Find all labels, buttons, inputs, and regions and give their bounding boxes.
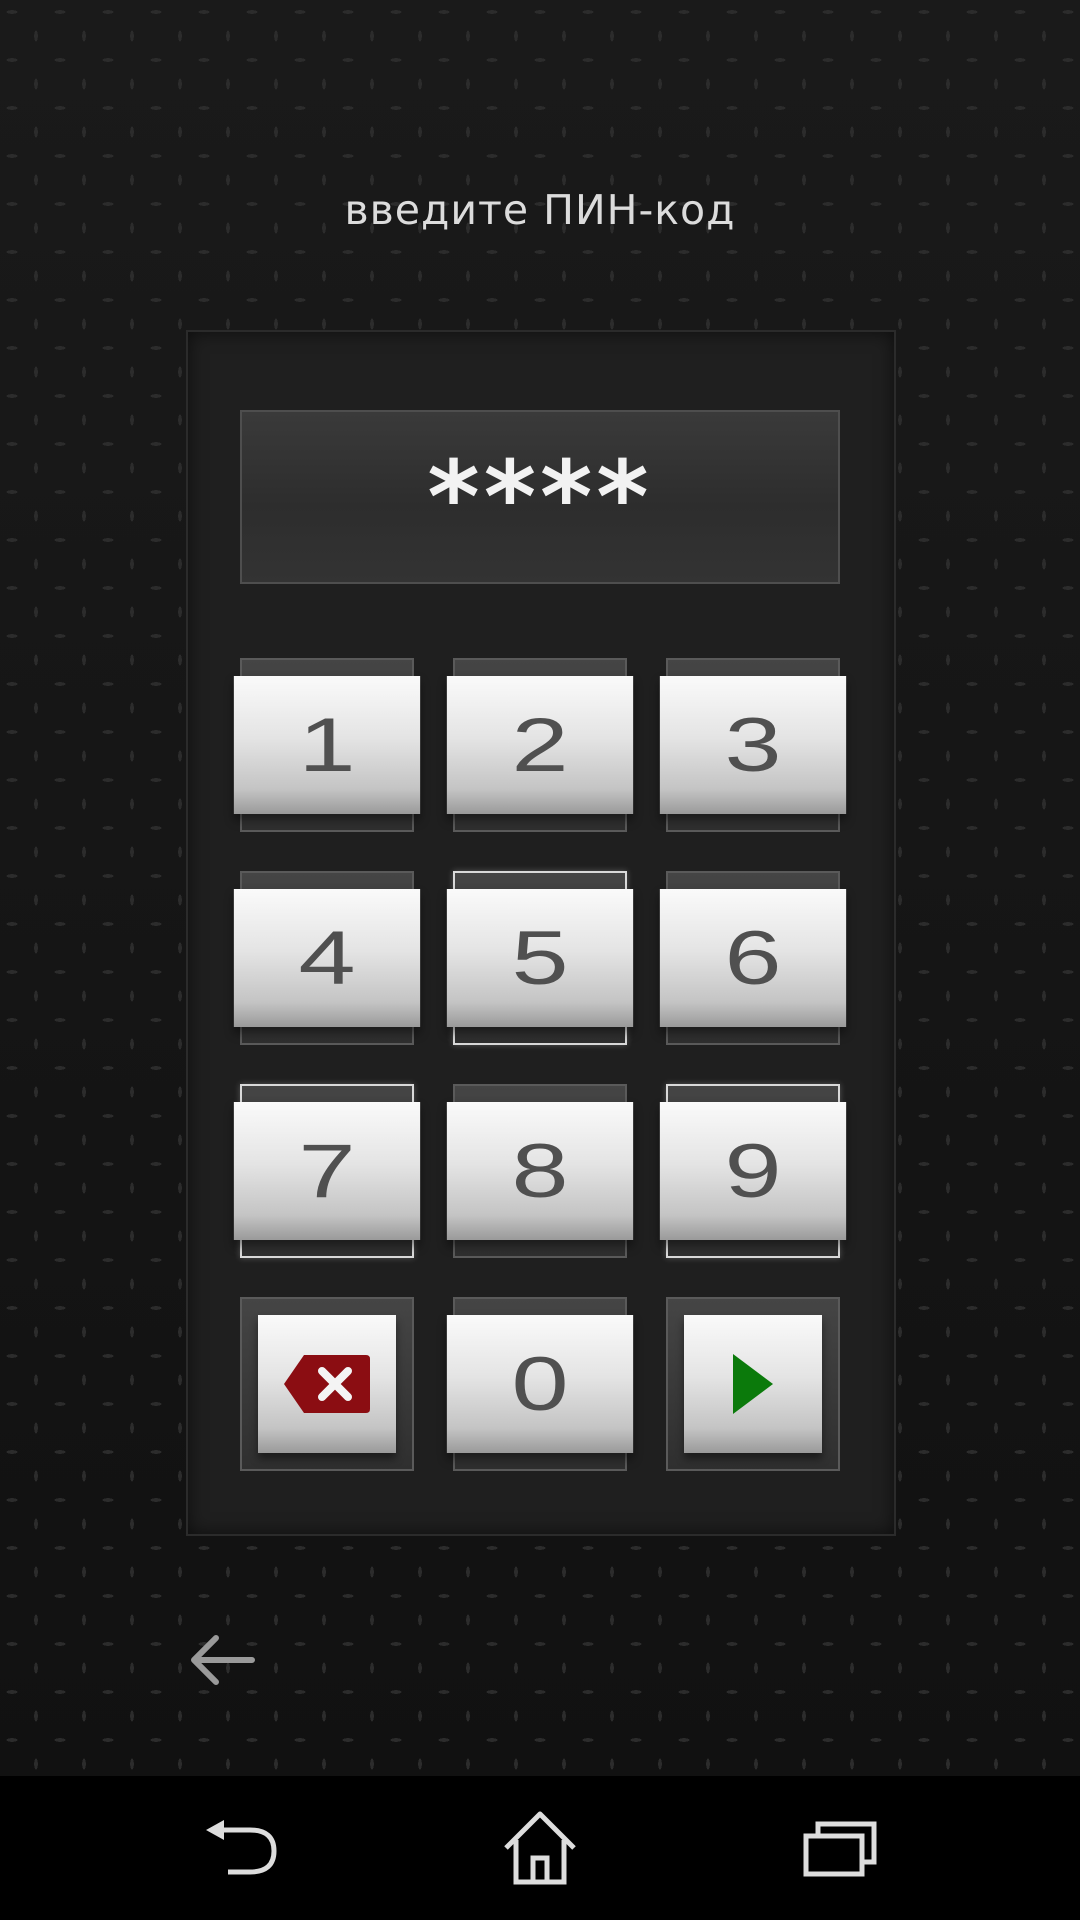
key-7[interactable]: 7 bbox=[233, 1084, 421, 1258]
back-button[interactable] bbox=[186, 1630, 256, 1690]
key-8[interactable]: 8 bbox=[446, 1084, 634, 1258]
key-3-label: 3 bbox=[659, 676, 847, 814]
key-1[interactable]: 1 bbox=[233, 658, 421, 832]
nav-recents-icon bbox=[803, 1821, 877, 1877]
key-6-label: 6 bbox=[659, 889, 847, 1027]
key-1-label: 1 bbox=[233, 676, 421, 814]
system-navigation-bar bbox=[0, 1776, 1080, 1920]
backspace-icon bbox=[284, 1355, 370, 1413]
key-6[interactable]: 6 bbox=[659, 871, 847, 1045]
key-5[interactable]: 5 bbox=[446, 871, 634, 1045]
key-4-label: 4 bbox=[233, 889, 421, 1027]
delete-cap bbox=[258, 1315, 396, 1453]
arrow-left-icon bbox=[191, 1635, 255, 1685]
submit-button[interactable] bbox=[666, 1297, 840, 1471]
key-7-label: 7 bbox=[233, 1102, 421, 1240]
delete-button[interactable] bbox=[240, 1297, 414, 1471]
nav-home-icon bbox=[504, 1811, 576, 1885]
nav-home-button[interactable] bbox=[490, 1798, 590, 1898]
nav-back-icon bbox=[206, 1820, 277, 1875]
nav-back-button[interactable] bbox=[192, 1798, 292, 1898]
pin-display: **** bbox=[240, 410, 840, 584]
key-8-label: 8 bbox=[446, 1102, 634, 1240]
key-2-label: 2 bbox=[446, 676, 634, 814]
play-icon bbox=[733, 1354, 773, 1414]
nav-recents-button[interactable] bbox=[790, 1798, 890, 1898]
key-9-label: 9 bbox=[659, 1102, 847, 1240]
key-2[interactable]: 2 bbox=[446, 658, 634, 832]
key-3[interactable]: 3 bbox=[659, 658, 847, 832]
submit-cap bbox=[684, 1315, 822, 1453]
pin-prompt-label: введите ПИН-код bbox=[344, 186, 736, 234]
key-5-label: 5 bbox=[446, 889, 634, 1027]
key-9[interactable]: 9 bbox=[659, 1084, 847, 1258]
key-0[interactable]: 0 bbox=[446, 1297, 634, 1471]
key-4[interactable]: 4 bbox=[233, 871, 421, 1045]
pin-screen: введите ПИН-код **** 1 2 3 4 5 6 7 8 9 0 bbox=[0, 0, 1080, 1920]
key-0-label: 0 bbox=[446, 1315, 634, 1453]
